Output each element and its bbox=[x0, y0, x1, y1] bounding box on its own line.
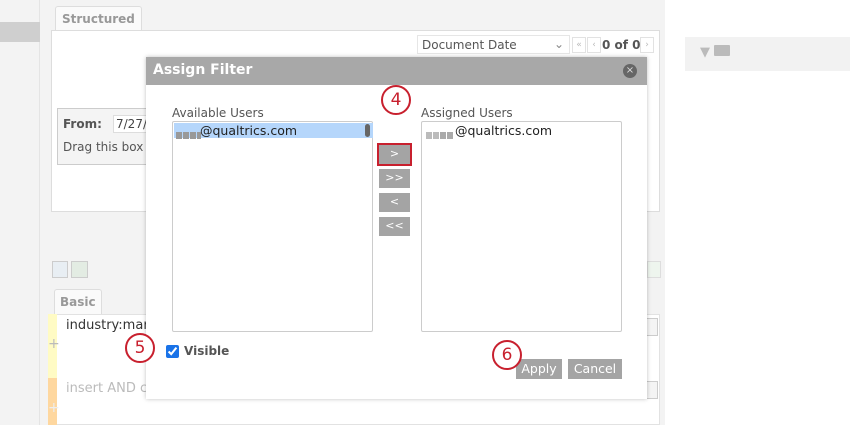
remove-all-users-button[interactable]: << bbox=[379, 217, 410, 236]
from-label: From: bbox=[63, 117, 102, 131]
scrollbar[interactable] bbox=[365, 124, 370, 137]
add-user-button[interactable]: > bbox=[377, 143, 412, 166]
visible-label: Visible bbox=[184, 344, 230, 358]
user-email: @qualtrics.com bbox=[200, 123, 298, 138]
first-page-button[interactable]: « bbox=[572, 37, 586, 53]
drag-hint: Drag this box bbox=[63, 140, 144, 154]
plus-icon[interactable]: + bbox=[48, 400, 60, 416]
step-4-callout: 4 bbox=[381, 85, 411, 115]
left-column bbox=[0, 0, 40, 425]
remove-user-button[interactable]: < bbox=[379, 193, 410, 212]
sort-select-value: Document Date bbox=[422, 38, 517, 52]
assigned-users-label: Assigned Users bbox=[421, 106, 513, 120]
list-item[interactable]: @qualtrics.com bbox=[424, 123, 553, 139]
filter-toolbar: ▼ bbox=[685, 37, 850, 71]
visible-checkbox[interactable] bbox=[166, 345, 179, 358]
prev-page-button[interactable]: ‹ bbox=[587, 37, 601, 53]
dialog-title: Assign Filter bbox=[146, 57, 647, 85]
step-6-callout: 6 bbox=[492, 340, 522, 370]
chevron-down-icon: ⌄ bbox=[553, 37, 564, 51]
filter-icon[interactable]: ▼ bbox=[700, 45, 710, 60]
step-5-callout: 5 bbox=[125, 333, 155, 363]
page-count: 0 of 0 bbox=[602, 38, 641, 52]
sort-select[interactable]: Document Date ⌄ bbox=[417, 35, 570, 54]
apply-button[interactable]: Apply bbox=[516, 359, 562, 379]
query-row-placeholder[interactable]: insert AND co bbox=[66, 381, 155, 396]
row-marker-yellow: + bbox=[48, 314, 60, 378]
redacted-name bbox=[176, 127, 202, 142]
query-row-text[interactable]: industry:mar bbox=[66, 318, 149, 333]
add-all-users-button[interactable]: >> bbox=[379, 169, 410, 188]
tab-basic[interactable]: Basic bbox=[54, 289, 102, 314]
save-as-icon[interactable] bbox=[71, 261, 88, 278]
available-users-list[interactable]: @qualtrics.com bbox=[172, 121, 373, 332]
folder-open-icon[interactable] bbox=[714, 45, 730, 56]
date-filter-box: From: 7/27/2 Drag this box bbox=[57, 108, 163, 165]
close-icon[interactable]: × bbox=[623, 64, 637, 78]
left-nav-bar[interactable] bbox=[0, 22, 40, 42]
row-marker-orange: + bbox=[48, 378, 60, 425]
assigned-users-list[interactable]: @qualtrics.com bbox=[421, 121, 622, 332]
clear-icon[interactable] bbox=[647, 261, 661, 278]
list-item[interactable]: @qualtrics.com bbox=[174, 123, 373, 139]
save-icon[interactable] bbox=[52, 261, 68, 278]
plus-icon[interactable]: + bbox=[48, 336, 60, 352]
redacted-name bbox=[426, 127, 454, 142]
user-email: @qualtrics.com bbox=[455, 123, 553, 138]
available-users-label: Available Users bbox=[172, 106, 264, 120]
next-page-button[interactable]: › bbox=[640, 37, 654, 53]
tab-structured[interactable]: Structured bbox=[55, 6, 142, 32]
cancel-button[interactable]: Cancel bbox=[568, 359, 622, 379]
